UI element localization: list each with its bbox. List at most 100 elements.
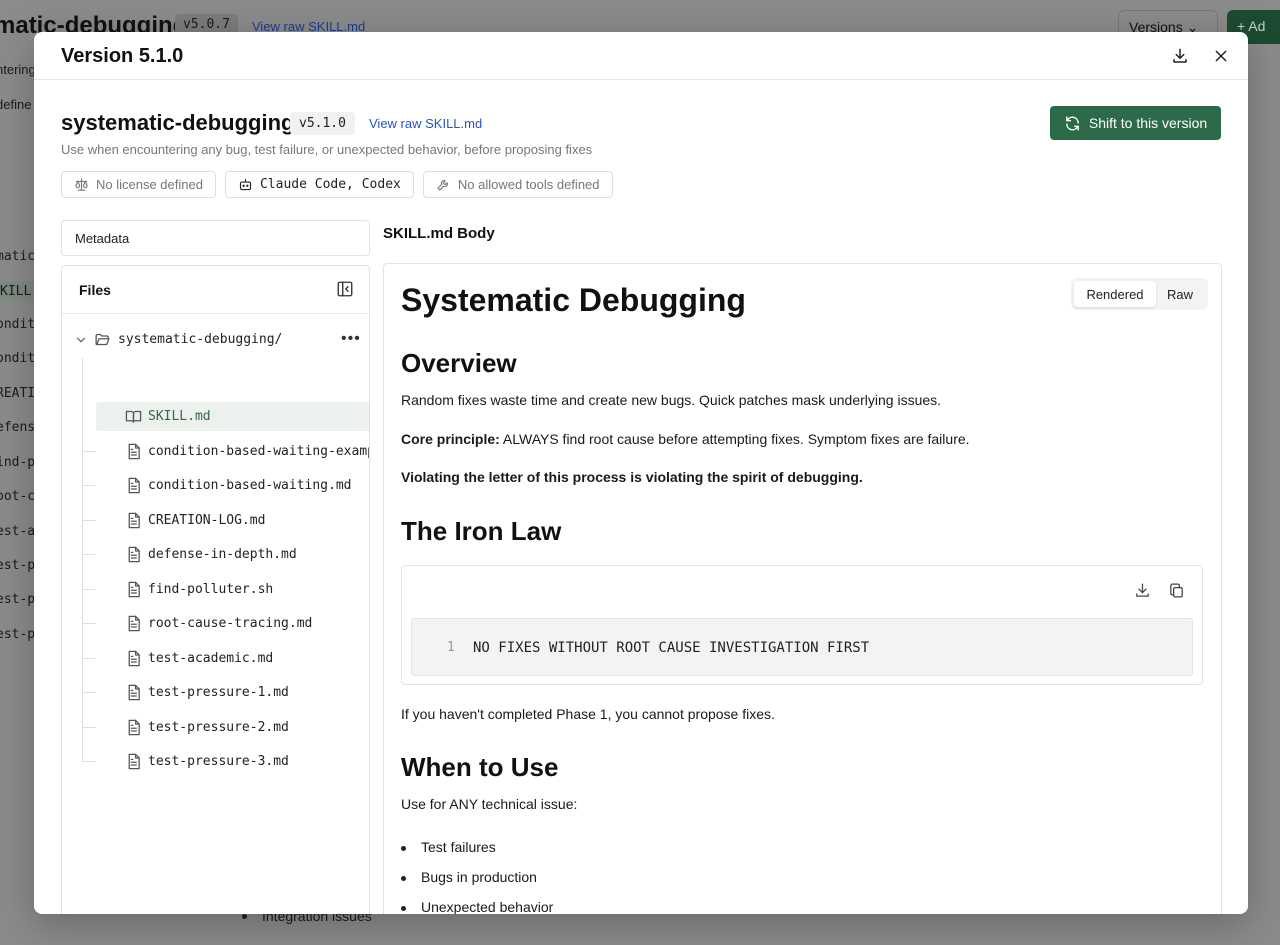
license-label: No license defined	[96, 177, 203, 192]
file-item[interactable]: defense-in-depth.md	[83, 540, 369, 569]
close-icon	[1215, 50, 1227, 62]
view-raw-link[interactable]: View raw SKILL.md	[369, 116, 482, 131]
file-item[interactable]: test-pressure-3.md	[83, 747, 369, 776]
background-bullet	[242, 914, 247, 919]
file-icon	[128, 753, 140, 770]
background-side-item: matic	[0, 249, 36, 264]
file-item-skill-md[interactable]: SKILL.md	[96, 402, 369, 431]
file-icon	[128, 477, 140, 494]
code-line-text: NO FIXES WITHOUT ROOT CAUSE INVESTIGATIO…	[473, 640, 870, 656]
skill-chips: No license defined Claude Code, Codex No…	[61, 171, 613, 198]
file-name: CREATION-LOG.md	[148, 513, 266, 528]
code-line-number: 1	[447, 640, 455, 655]
download-button[interactable]	[1168, 44, 1192, 68]
file-icon	[128, 615, 140, 632]
scale-icon	[75, 178, 88, 191]
background-side-item: est-p	[0, 592, 36, 607]
copy-icon	[1169, 582, 1183, 598]
close-button[interactable]	[1209, 44, 1233, 68]
file-icon	[128, 650, 140, 667]
background-side-item: est-p	[0, 558, 36, 573]
shift-version-button[interactable]: Shift to this version	[1050, 106, 1221, 140]
metadata-section[interactable]: Metadata	[61, 220, 370, 256]
file-icon	[128, 546, 140, 563]
folder-open-icon	[95, 333, 110, 346]
view-toggle: Rendered Raw	[1071, 278, 1208, 310]
license-chip: No license defined	[61, 171, 216, 198]
overview-paragraph: Random fixes waste time and create new b…	[401, 392, 942, 408]
body-section-label: SKILL.md Body	[383, 225, 495, 242]
phase-paragraph: If you haven't completed Phase 1, you ca…	[401, 706, 775, 722]
skill-version-badge: v5.1.0	[290, 112, 355, 135]
file-item[interactable]: CREATION-LOG.md	[83, 506, 369, 535]
bot-icon	[239, 178, 252, 191]
file-item[interactable]: test-pressure-2.md	[83, 713, 369, 742]
code-block-container: 1 NO FIXES WITHOUT ROOT CAUSE INVESTIGAT…	[401, 565, 1203, 685]
files-title: Files	[79, 282, 111, 298]
file-icon	[128, 512, 140, 529]
raw-toggle[interactable]: Raw	[1156, 281, 1204, 307]
file-name: SKILL.md	[148, 409, 211, 424]
tree-tick	[83, 692, 96, 693]
file-icon	[128, 719, 140, 736]
background-side-item: ondit	[0, 317, 36, 332]
book-icon	[125, 410, 142, 423]
doc-title: Systematic Debugging	[401, 282, 746, 318]
tree-tick	[83, 761, 96, 762]
file-name: condition-based-waiting.md	[148, 478, 352, 493]
core-principle-paragraph: Core principle: ALWAYS find root cause b…	[401, 431, 970, 447]
file-name: test-pressure-3.md	[148, 754, 289, 769]
tools-chip: No allowed tools defined	[422, 171, 613, 198]
tree-tick	[83, 589, 96, 590]
list-item: Unexpected behavior	[401, 899, 553, 914]
file-item[interactable]: test-pressure-1.md	[83, 678, 369, 707]
file-name: root-cause-tracing.md	[148, 616, 313, 631]
collapse-files-button[interactable]	[336, 280, 354, 298]
files-panel: Files systematic-debugging/ ••• SKILL.md…	[61, 265, 370, 914]
background-side-item: define	[0, 97, 32, 112]
core-principle-text: ALWAYS find root cause before attempting…	[499, 431, 970, 447]
tree-guide-line	[82, 358, 83, 762]
code-block: 1 NO FIXES WITHOUT ROOT CAUSE INVESTIGAT…	[411, 618, 1193, 676]
file-icon	[128, 581, 140, 598]
code-copy-button[interactable]	[1166, 580, 1186, 600]
tree-tick	[83, 658, 96, 659]
modal-title: Version 5.1.0	[61, 45, 184, 67]
heading-iron-law: The Iron Law	[401, 516, 562, 546]
list-item: Bugs in production	[401, 869, 537, 885]
more-options-icon[interactable]: •••	[341, 330, 361, 348]
agents-label: Claude Code, Codex	[259, 177, 401, 192]
rendered-toggle[interactable]: Rendered	[1074, 281, 1156, 307]
file-icon	[128, 443, 140, 460]
file-item[interactable]: condition-based-waiting-examp	[83, 437, 369, 466]
file-name: test-academic.md	[148, 651, 274, 666]
background-side-item: ondit	[0, 351, 36, 366]
background-side-item: REATI	[0, 386, 36, 401]
background-side-item: est-a	[0, 524, 36, 539]
modal-header: Version 5.1.0	[34, 32, 1248, 80]
skill-description: Use when encountering any bug, test fail…	[61, 142, 593, 157]
violating-paragraph: Violating the letter of this process is …	[401, 469, 863, 485]
tools-label: No allowed tools defined	[457, 177, 600, 192]
tree-tick	[83, 623, 96, 624]
folder-row[interactable]: systematic-debugging/ •••	[62, 324, 369, 356]
code-download-button[interactable]	[1132, 580, 1152, 600]
version-modal: Version 5.1.0 systematic-debugging v5.1.…	[34, 32, 1248, 914]
panel-collapse-icon	[337, 281, 353, 297]
background-sidebar: ntering define matic KILL. ondit ondit R…	[0, 0, 44, 945]
background-side-item: ind-p	[0, 455, 36, 470]
file-item[interactable]: find-polluter.sh	[83, 575, 369, 604]
download-icon	[1135, 582, 1149, 597]
tree-tick	[83, 554, 96, 555]
background-side-item: efens	[0, 420, 36, 435]
file-name: test-pressure-1.md	[148, 685, 289, 700]
list-item: Test failures	[401, 839, 496, 855]
folder-name: systematic-debugging/	[118, 332, 283, 347]
refresh-icon	[1065, 115, 1079, 131]
tree-tick	[83, 451, 96, 452]
file-item[interactable]: condition-based-waiting.md	[83, 471, 369, 500]
download-icon	[1173, 48, 1187, 63]
file-item[interactable]: root-cause-tracing.md	[83, 609, 369, 638]
skill-name: systematic-debugging	[61, 110, 295, 135]
file-item[interactable]: test-academic.md	[83, 644, 369, 673]
